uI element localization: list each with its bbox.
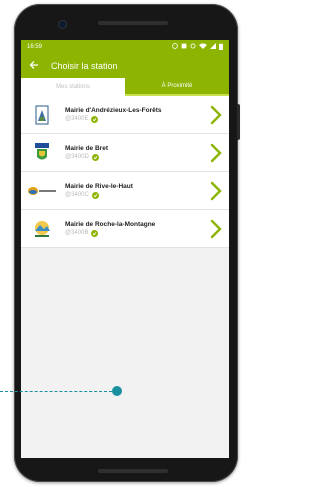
station-list: Mairie d'Andrézieux-Les-Forêts @3400E Ma… xyxy=(21,96,229,248)
battery-icon xyxy=(219,43,223,52)
station-name: Mairie de Roche-la-Montagne xyxy=(65,220,156,228)
list-item[interactable]: Mairie de Roche-la-Montagne @3400B xyxy=(21,210,229,248)
bret-logo-icon xyxy=(25,140,59,166)
station-code: @3400D xyxy=(65,154,89,160)
check-icon xyxy=(91,153,99,161)
calendar-icon xyxy=(181,43,187,51)
wifi-icon xyxy=(199,43,207,51)
andrezieux-logo-icon xyxy=(25,102,59,128)
side-button xyxy=(237,104,240,140)
tab-nearby[interactable]: À Proximité xyxy=(125,78,229,96)
rive-le-haut-logo-icon xyxy=(25,178,59,204)
tab-my-stations[interactable]: Mes stations xyxy=(21,78,125,96)
list-item[interactable]: Mairie d'Andrézieux-Les-Forêts @3400E xyxy=(21,96,229,134)
sync-icon xyxy=(190,43,196,51)
station-code: @3400B xyxy=(65,230,89,236)
back-arrow-icon[interactable] xyxy=(29,60,45,73)
tab-bar: Mes stations À Proximité xyxy=(21,78,229,96)
list-item[interactable]: Mairie de Bret @3400D xyxy=(21,134,229,172)
page-title: Choisir la station xyxy=(51,61,118,71)
bottom-speaker xyxy=(98,469,168,473)
chevron-right-icon[interactable] xyxy=(209,105,223,125)
status-time: 16:59 xyxy=(27,44,43,50)
station-name: Mairie de Bret xyxy=(65,144,108,152)
station-name: Mairie de Rive-le-Haut xyxy=(65,182,133,190)
check-icon xyxy=(91,191,99,199)
station-name: Mairie d'Andrézieux-Les-Forêts xyxy=(65,106,162,114)
app-bar: Choisir la station xyxy=(21,54,229,78)
chevron-right-icon[interactable] xyxy=(209,181,223,201)
list-item[interactable]: Mairie de Rive-le-Haut @3400C xyxy=(21,172,229,210)
chevron-right-icon[interactable] xyxy=(209,219,223,239)
front-camera xyxy=(58,20,67,29)
callout-dot xyxy=(112,386,122,396)
chevron-right-icon[interactable] xyxy=(209,143,223,163)
station-code: @3400C xyxy=(65,192,89,198)
signal-icon xyxy=(210,43,216,51)
earpiece-speaker xyxy=(98,21,168,25)
status-bar: 16:59 xyxy=(21,40,229,54)
station-code: @3400E xyxy=(65,116,89,122)
check-icon xyxy=(91,229,99,237)
check-icon xyxy=(91,115,99,123)
callout-line xyxy=(0,391,112,392)
app-screen: 16:59 Choisir la station Mes stations À … xyxy=(21,40,229,458)
alarm-icon xyxy=(172,43,178,51)
roche-la-montagne-logo-icon xyxy=(25,216,59,242)
status-icons xyxy=(172,43,223,52)
